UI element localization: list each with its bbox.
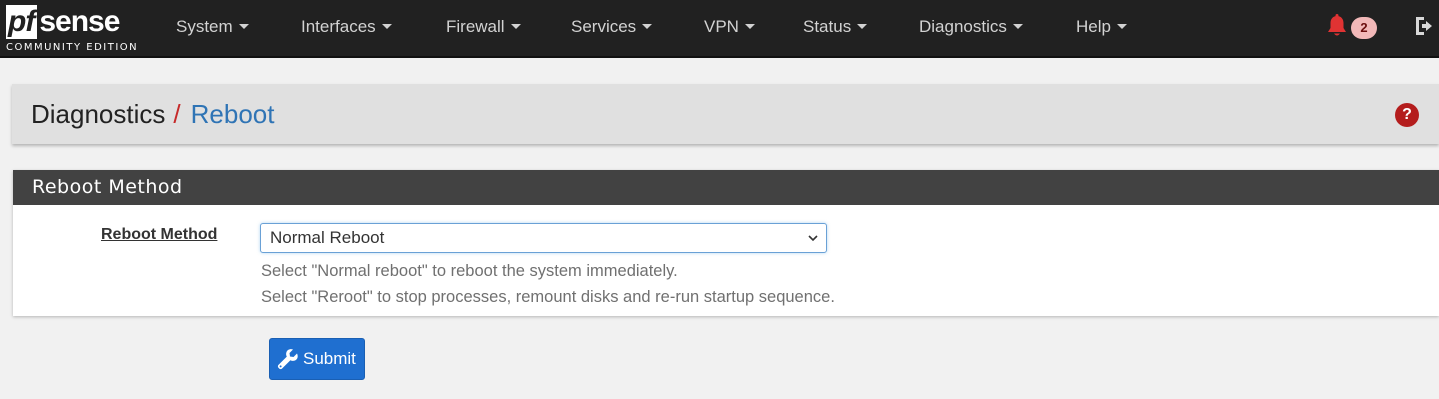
nav-firewall[interactable]: Firewall bbox=[446, 0, 521, 54]
nav-status[interactable]: Status bbox=[803, 0, 868, 54]
select-value: Normal Reboot bbox=[270, 228, 385, 247]
chevron-down-icon bbox=[808, 235, 818, 242]
sign-out-icon[interactable] bbox=[1413, 13, 1439, 39]
nav-firewall-label: Firewall bbox=[446, 17, 505, 36]
logo-pf: pf bbox=[6, 5, 38, 39]
nav-interfaces-label: Interfaces bbox=[301, 17, 376, 36]
logo-wordmark: pf sense bbox=[6, 5, 120, 39]
submit-label: Submit bbox=[303, 349, 356, 368]
reboot-method-select[interactable]: Normal Reboot bbox=[260, 223, 827, 253]
logo-sense: sense bbox=[39, 5, 120, 38]
nav-services[interactable]: Services bbox=[571, 0, 653, 54]
help-text-reroot: Select "Reroot" to stop processes, remou… bbox=[261, 288, 835, 306]
nav-help[interactable]: Help bbox=[1076, 0, 1127, 54]
caret-down-icon bbox=[642, 24, 653, 30]
logo-edition: COMMUNITY EDITION bbox=[6, 42, 139, 53]
breadcrumb-separator: / bbox=[173, 99, 181, 129]
breadcrumb: Diagnostics / Reboot bbox=[31, 84, 274, 144]
caret-down-icon bbox=[744, 24, 755, 30]
caret-down-icon bbox=[1116, 24, 1127, 30]
wrench-icon bbox=[277, 349, 298, 370]
nav-help-label: Help bbox=[1076, 17, 1111, 36]
reboot-method-panel: Reboot Method Reboot Method Normal Reboo… bbox=[13, 170, 1439, 316]
nav-system[interactable]: System bbox=[176, 0, 249, 54]
nav-services-label: Services bbox=[571, 17, 637, 36]
help-question-icon[interactable]: ? bbox=[1395, 103, 1419, 127]
caret-down-icon bbox=[1012, 24, 1023, 30]
nav-diagnostics[interactable]: Diagnostics bbox=[919, 0, 1023, 54]
nav-system-label: System bbox=[176, 17, 233, 36]
nav-vpn-label: VPN bbox=[704, 17, 739, 36]
nav-vpn[interactable]: VPN bbox=[704, 0, 755, 54]
panel-heading: Reboot Method bbox=[13, 170, 1439, 205]
top-navbar: pf sense COMMUNITY EDITION System Interfa… bbox=[0, 0, 1439, 58]
panel-title: Reboot Method bbox=[32, 176, 183, 198]
breadcrumb-bar: Diagnostics / Reboot ? bbox=[12, 84, 1439, 144]
nav-status-label: Status bbox=[803, 17, 852, 36]
caret-down-icon bbox=[381, 24, 392, 30]
caret-down-icon bbox=[857, 24, 868, 30]
notification-badge[interactable]: 2 bbox=[1351, 17, 1377, 39]
reboot-method-label: Reboot Method bbox=[101, 226, 218, 243]
breadcrumb-diagnostics[interactable]: Diagnostics bbox=[31, 99, 165, 129]
pfsense-logo[interactable]: pf sense COMMUNITY EDITION bbox=[4, 2, 144, 54]
caret-down-icon bbox=[510, 24, 521, 30]
bell-icon[interactable] bbox=[1326, 14, 1348, 38]
caret-down-icon bbox=[238, 24, 249, 30]
help-text-normal: Select "Normal reboot" to reboot the sys… bbox=[261, 262, 678, 280]
submit-button[interactable]: Submit bbox=[269, 338, 365, 380]
nav-diagnostics-label: Diagnostics bbox=[919, 17, 1007, 36]
breadcrumb-reboot[interactable]: Reboot bbox=[191, 99, 275, 129]
nav-interfaces[interactable]: Interfaces bbox=[301, 0, 392, 54]
